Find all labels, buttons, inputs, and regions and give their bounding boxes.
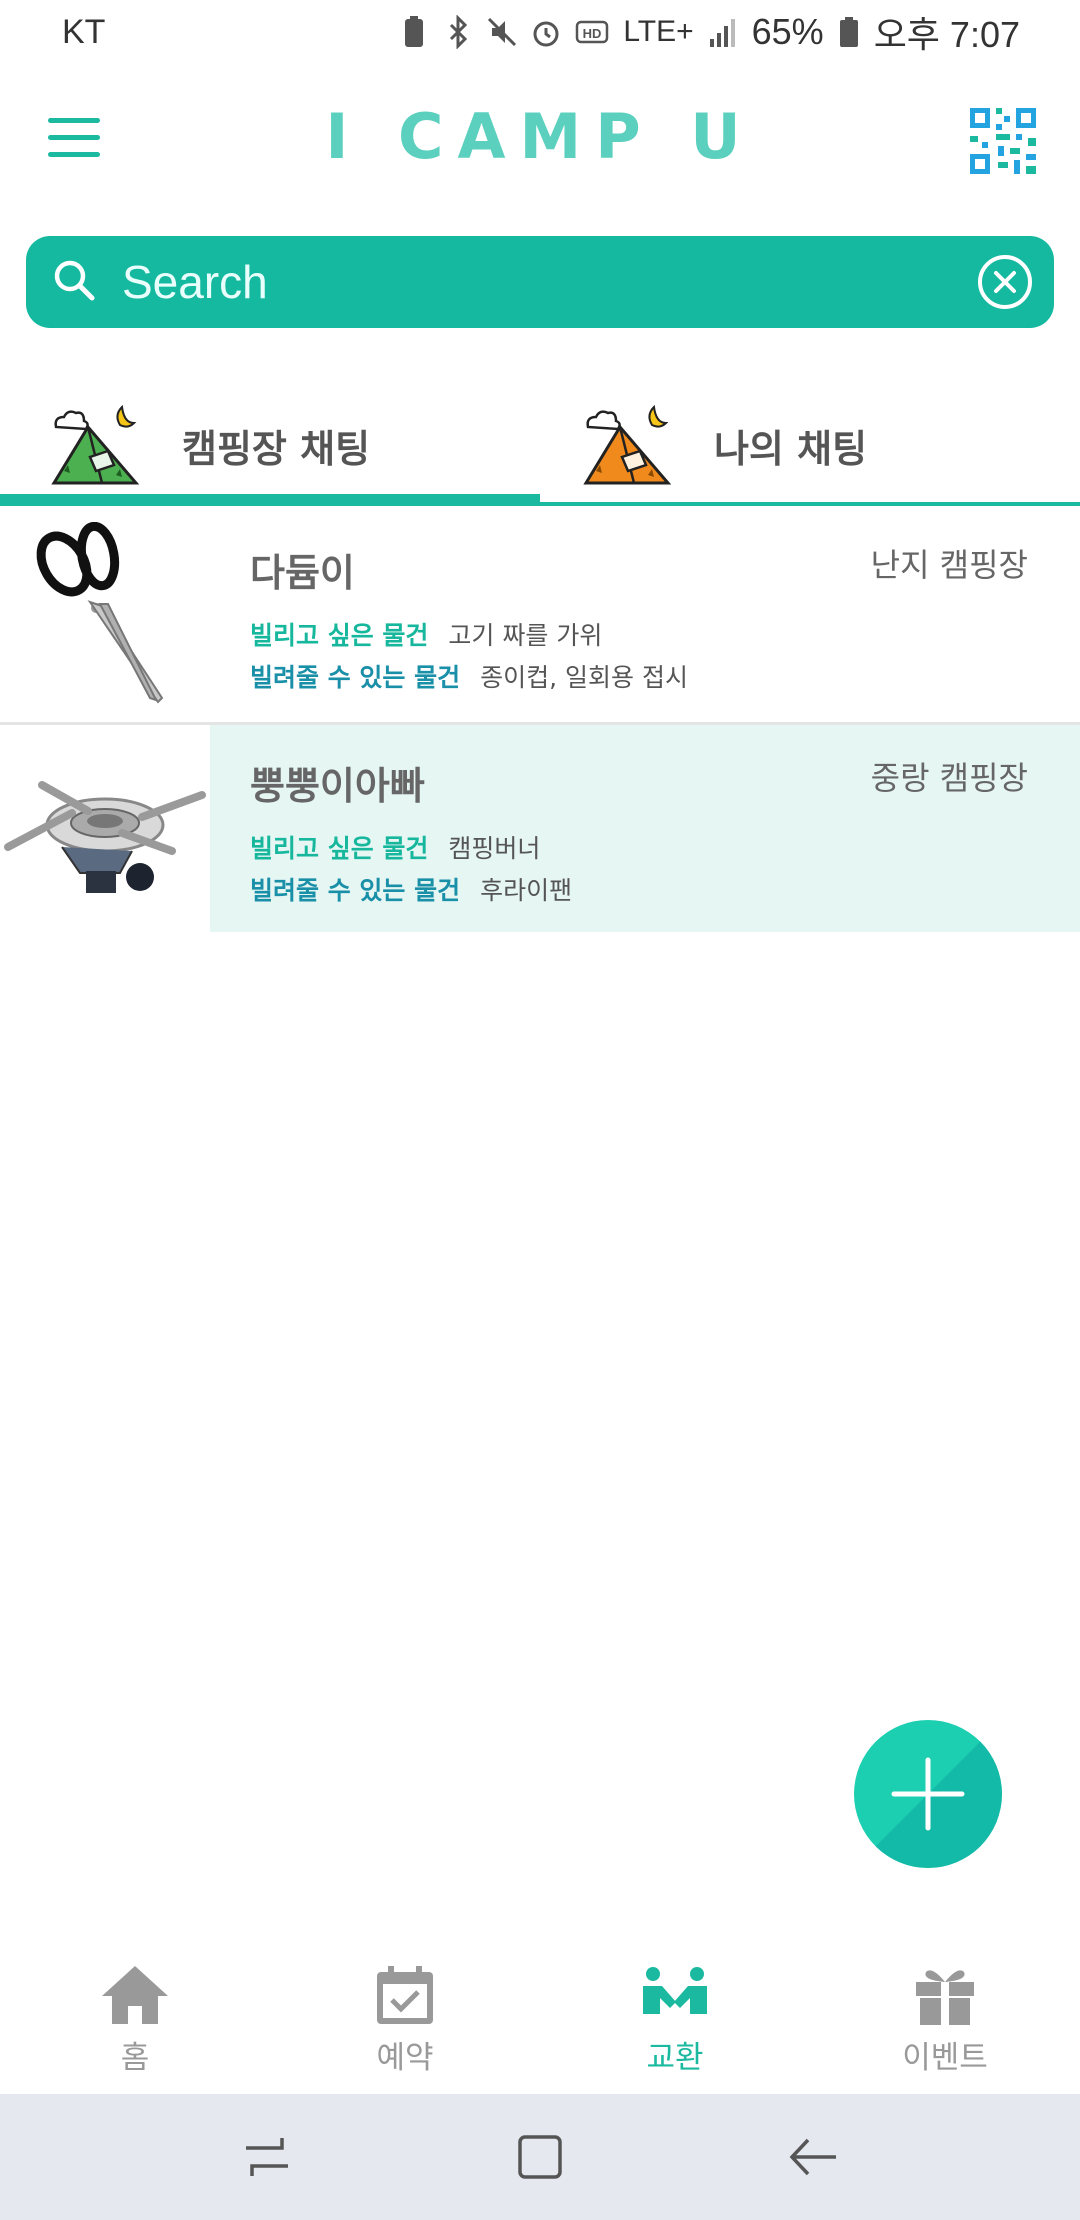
chat-tabs: 캠핑장 채팅 나의 채팅 <box>0 380 1080 510</box>
list-item[interactable]: 다듐이 난지 캠핑장 빌리고 싶은 물건 고기 짜를 가위 빌려줄 수 있는 물… <box>0 512 1080 722</box>
want-label: 빌리고 싶은 물건 <box>250 834 429 863</box>
want-value: 캠핑버너 <box>448 834 541 863</box>
want-label: 빌리고 싶은 물건 <box>250 621 429 650</box>
gift-icon <box>916 1970 974 2025</box>
user-name: 뿡뿡이아빠 <box>250 764 425 808</box>
mute-icon <box>488 17 517 47</box>
qr-code-icon[interactable] <box>970 108 1036 174</box>
want-value: 고기 짜를 가위 <box>448 621 603 650</box>
search-bar <box>26 236 1054 328</box>
active-tab-indicator <box>0 494 540 506</box>
status-bar: KT HD LTE+ 65% 오후 7:07 <box>0 0 1080 64</box>
nav-home[interactable]: 홈 <box>0 1950 270 2094</box>
lend-label: 빌려줄 수 있는 물건 <box>250 663 461 692</box>
list-item[interactable]: 뿡뿡이아빠 중랑 캠핑장 빌리고 싶은 물건 캠핑버너 빌려줄 수 있는 물건 … <box>0 722 1080 932</box>
item-thumbnail <box>0 725 210 935</box>
app-bar: I CAMP U <box>0 70 1080 210</box>
search-input[interactable] <box>104 255 976 309</box>
campsite-name: 난지 캠핑장 <box>870 546 1028 584</box>
tent-orange-icon <box>583 404 672 485</box>
system-navigation-bar <box>0 2094 1080 2220</box>
signal-icon <box>709 19 735 47</box>
handshake-icon <box>643 1967 707 2014</box>
nav-label: 예약 <box>376 2040 434 2076</box>
home-button-icon[interactable] <box>505 2122 575 2192</box>
user-name: 다듐이 <box>250 551 355 595</box>
nav-event[interactable]: 이벤트 <box>810 1950 1080 2094</box>
tab-my-chat[interactable]: 나의 채팅 <box>540 380 1080 510</box>
lend-value: 후라이팬 <box>480 876 573 905</box>
campsite-name: 중랑 캠핑장 <box>870 759 1028 797</box>
back-icon[interactable] <box>778 2122 848 2192</box>
tab-label: 캠핑장 채팅 <box>182 426 371 471</box>
battery-saver-icon <box>405 16 424 47</box>
item-thumbnail <box>0 512 210 722</box>
carrier-label: KT <box>62 12 106 51</box>
tab-divider <box>540 502 1080 506</box>
lend-label: 빌려줄 수 있는 물건 <box>250 876 461 905</box>
clear-search-icon[interactable] <box>976 253 1034 311</box>
scissors-image <box>36 522 164 704</box>
network-type: LTE+ <box>623 15 694 48</box>
lend-line: 빌려줄 수 있는 물건 후라이팬 <box>250 871 572 907</box>
bottom-navigation: 홈 예약 교환 이벤트 <box>0 1950 1080 2094</box>
exchange-list: 다듐이 난지 캠핑장 빌리고 싶은 물건 고기 짜를 가위 빌려줄 수 있는 물… <box>0 512 1080 932</box>
alarm-icon <box>533 21 559 47</box>
recent-apps-icon[interactable] <box>232 2122 302 2192</box>
tent-green-icon <box>51 404 140 485</box>
want-line: 빌리고 싶은 물건 고기 짜를 가위 <box>250 616 602 652</box>
home-icon <box>102 1966 168 2024</box>
lend-value: 종이컵, 일회용 접시 <box>480 663 688 692</box>
lend-line: 빌려줄 수 있는 물건 종이컵, 일회용 접시 <box>250 658 688 694</box>
nav-reservation[interactable]: 예약 <box>270 1950 540 2094</box>
plus-icon <box>854 1720 1002 1868</box>
bluetooth-icon <box>450 15 468 49</box>
battery-icon <box>839 17 858 47</box>
add-post-button[interactable] <box>854 1720 1002 1868</box>
tab-campsite-chat[interactable]: 캠핑장 채팅 <box>0 380 540 510</box>
item-content: 뿡뿡이아빠 중랑 캠핑장 빌리고 싶은 물건 캠핑버너 빌려줄 수 있는 물건 … <box>210 725 1080 932</box>
nav-label: 교환 <box>646 2040 704 2076</box>
search-icon <box>54 260 95 301</box>
clock: 오후 7:07 <box>873 14 1020 55</box>
hd-icon: HD <box>576 20 609 44</box>
status-icons: HD LTE+ 65% 오후 7:07 <box>399 6 1020 58</box>
nav-label: 홈 <box>120 2040 150 2076</box>
nav-exchange[interactable]: 교환 <box>540 1950 810 2094</box>
tab-label: 나의 채팅 <box>714 426 868 471</box>
nav-label: 이벤트 <box>902 2040 988 2076</box>
item-content: 다듐이 난지 캠핑장 빌리고 싶은 물건 고기 짜를 가위 빌려줄 수 있는 물… <box>210 512 1080 722</box>
camping-stove-image <box>4 781 206 893</box>
battery-percent: 65% <box>751 11 824 52</box>
app-title: I CAMP U <box>325 100 755 173</box>
svg-text:HD: HD <box>583 26 602 41</box>
calendar-check-icon <box>377 1966 433 2024</box>
want-line: 빌리고 싶은 물건 캠핑버너 <box>250 829 540 865</box>
